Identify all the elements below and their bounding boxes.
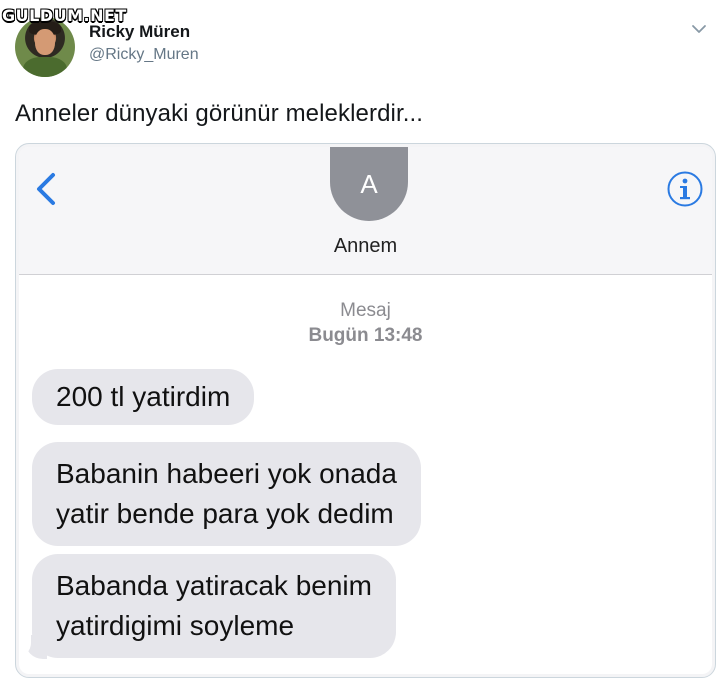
sms-screenshot: A Annem Mesaj Bugün 13:48 200 tl yatirdi… — [19, 147, 712, 674]
contact-avatar[interactable]: A — [330, 147, 408, 221]
tweet-media-image[interactable]: A Annem Mesaj Bugün 13:48 200 tl yatirdi… — [15, 143, 716, 678]
sms-header: A Annem — [19, 147, 712, 275]
author-avatar[interactable] — [15, 17, 75, 77]
tweet-text: Anneler dünyaki görünür meleklerdir... — [15, 100, 424, 127]
contact-name[interactable]: Annem — [19, 235, 712, 258]
message-bubble[interactable]: Babanda yatiracak benim yatirdigimi soyl… — [32, 554, 396, 658]
thread-timestamp: Bugün 13:48 — [308, 325, 423, 346]
message-bubble[interactable]: Babanin habeeri yok onada yatir bende pa… — [32, 442, 421, 546]
watermark-logo: GULDUM.NET — [2, 6, 127, 25]
author-handle[interactable]: @Ricky_Muren — [89, 46, 199, 64]
chevron-down-icon[interactable] — [690, 22, 708, 36]
author-name[interactable]: Ricky Müren — [89, 22, 190, 42]
thread-label: Mesaj — [340, 300, 391, 321]
info-icon[interactable] — [666, 170, 704, 208]
message-bubble[interactable]: 200 tl yatirdim — [32, 369, 255, 425]
chevron-left-icon[interactable] — [27, 169, 67, 209]
